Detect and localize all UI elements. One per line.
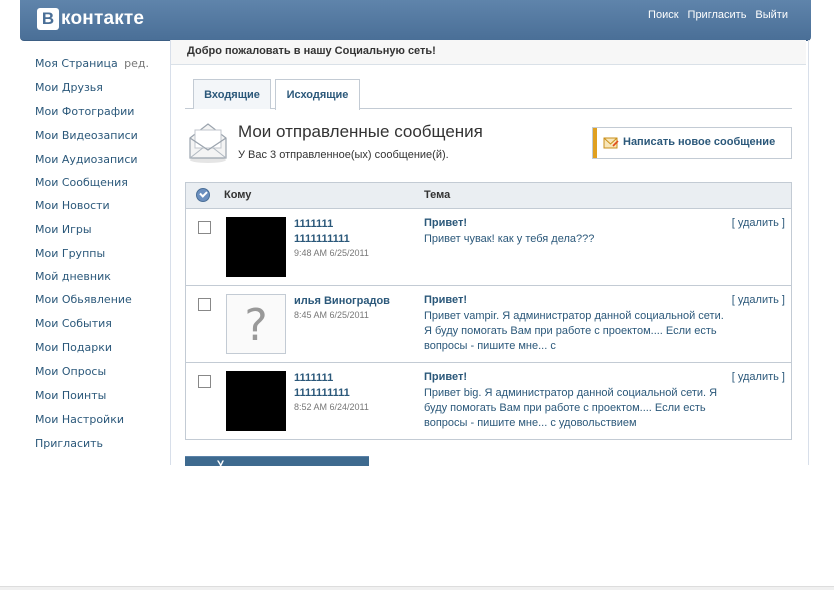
compose-accent	[593, 128, 597, 158]
sidebar-item-settings[interactable]: Мои Настройки	[35, 408, 165, 432]
message-count-text: У Вас 3 отправленное(ых) сообщение(й).	[238, 149, 449, 161]
sidebar-item-ads[interactable]: Мои Обьявление	[35, 288, 165, 312]
sidebar-item-diary[interactable]: Мой дневник	[35, 266, 165, 288]
sidebar-item-groups[interactable]: Мои Группы	[35, 242, 165, 266]
logo-letter: В	[37, 8, 59, 30]
table-row: ? илья Виноградов 8:45 AM 6/25/2011 Прив…	[186, 286, 791, 363]
tab-inbox[interactable]: Входящие	[193, 79, 271, 109]
message-subject[interactable]: Привет!	[424, 294, 467, 306]
sidebar-item-photos[interactable]: Мои Фотографии	[35, 100, 165, 124]
message-subject[interactable]: Привет!	[424, 217, 467, 229]
sidebar-item-news[interactable]: Мои Новости	[35, 194, 165, 218]
recipient-name[interactable]: 1111111 1111111111 8:52 AM 6/24/2011	[294, 371, 409, 413]
sidebar-item-invite[interactable]: Пригласить	[35, 432, 165, 456]
delete-link[interactable]: [ удалить ]	[732, 371, 785, 383]
sidebar-item-my-page[interactable]: Моя Страница ред.	[35, 52, 165, 76]
vk-logo[interactable]: В контакте	[37, 7, 144, 31]
sidebar-item-audio[interactable]: Мои Аудиозаписи	[35, 148, 165, 172]
compose-message-button[interactable]: Написать новое сообщение	[592, 127, 792, 159]
row-checkbox[interactable]	[198, 375, 211, 388]
page-title: Мои отправленные сообщения	[238, 122, 483, 141]
sidebar-item-points[interactable]: Мои Поинты	[35, 384, 165, 408]
row-checkbox[interactable]	[198, 298, 211, 311]
avatar[interactable]	[226, 371, 286, 431]
message-subject[interactable]: Привет!	[424, 371, 467, 383]
welcome-text: Добро пожаловать в нашу Социальную сеть!	[187, 45, 436, 57]
nav-search-link[interactable]: Поиск	[648, 9, 678, 21]
sidebar-item-events[interactable]: Мои События	[35, 312, 165, 336]
recipient-name[interactable]: 1111111 1111111111 9:48 AM 6/25/2011	[294, 217, 409, 259]
recipient-name-line1: 1111111	[294, 218, 334, 230]
welcome-bar: Добро пожаловать в нашу Социальную сеть!	[171, 40, 806, 65]
avatar[interactable]: ?	[226, 294, 286, 354]
edit-link[interactable]: ред.	[124, 52, 149, 76]
message-date: 8:52 AM 6/24/2011	[294, 402, 369, 412]
compose-label: Написать новое сообщение	[623, 136, 776, 148]
sidebar-item-videos[interactable]: Мои Видеозаписи	[35, 124, 165, 148]
recipient-name-line2: 1111111111	[294, 387, 350, 399]
recipient-name-line1: илья Виноградов	[294, 295, 390, 307]
message-date: 9:48 AM 6/25/2011	[294, 248, 369, 258]
recipient-name-line1: 1111111	[294, 372, 334, 384]
question-mark-icon: ?	[227, 295, 285, 353]
message-preview[interactable]: Привет vampir. Я администратор данной со…	[424, 309, 724, 354]
compose-envelope-icon	[603, 137, 619, 149]
sidebar-item-polls[interactable]: Мои Опросы	[35, 360, 165, 384]
table-row: 1111111 1111111111 8:52 AM 6/24/2011 При…	[186, 363, 791, 439]
row-checkbox[interactable]	[198, 221, 211, 234]
table-row: 1111111 1111111111 9:48 AM 6/25/2011 При…	[186, 209, 791, 286]
sidebar-item-friends[interactable]: Мои Друзья	[35, 76, 165, 100]
bottom-action-button[interactable]: У	[185, 456, 369, 466]
column-header-subject: Тема	[424, 189, 451, 201]
select-all-icon[interactable]	[196, 188, 210, 202]
page-bottom-edge	[0, 586, 834, 590]
bottom-action-label: У	[217, 459, 224, 466]
recipient-name-line2: 1111111111	[294, 233, 350, 245]
sidebar-item-label: Моя Страница	[35, 57, 118, 70]
sidebar-item-games[interactable]: Мои Игры	[35, 218, 165, 242]
message-date: 8:45 AM 6/25/2011	[294, 310, 369, 320]
message-preview[interactable]: Привет чувак! как у тебя дела???	[424, 232, 724, 247]
sidebar-item-messages[interactable]: Мои Сообщения	[35, 172, 165, 194]
message-preview[interactable]: Привет big. Я администратор данной социа…	[424, 386, 724, 431]
envelope-icon	[189, 123, 227, 163]
delete-link[interactable]: [ удалить ]	[732, 294, 785, 306]
top-nav: Поиск Пригласить Выйти	[648, 9, 788, 21]
top-header: В контакте Поиск Пригласить Выйти	[20, 0, 811, 41]
logo-text: контакте	[61, 8, 145, 29]
avatar[interactable]	[226, 217, 286, 277]
nav-logout-link[interactable]: Выйти	[755, 9, 788, 21]
svg-text:?: ?	[244, 300, 267, 351]
table-header: Кому Тема	[186, 183, 791, 209]
sidebar-item-gifts[interactable]: Мои Подарки	[35, 336, 165, 360]
messages-table: Кому Тема 1111111 1111111111 9:48 AM 6/2…	[185, 182, 792, 440]
sidebar: Моя Страница ред. Мои Друзья Мои Фотогра…	[35, 52, 165, 456]
tab-outbox[interactable]: Исходящие	[275, 79, 360, 110]
column-header-to: Кому	[224, 189, 252, 201]
delete-link[interactable]: [ удалить ]	[732, 217, 785, 229]
nav-invite-link[interactable]: Пригласить	[688, 9, 747, 21]
recipient-name[interactable]: илья Виноградов 8:45 AM 6/25/2011	[294, 294, 409, 321]
